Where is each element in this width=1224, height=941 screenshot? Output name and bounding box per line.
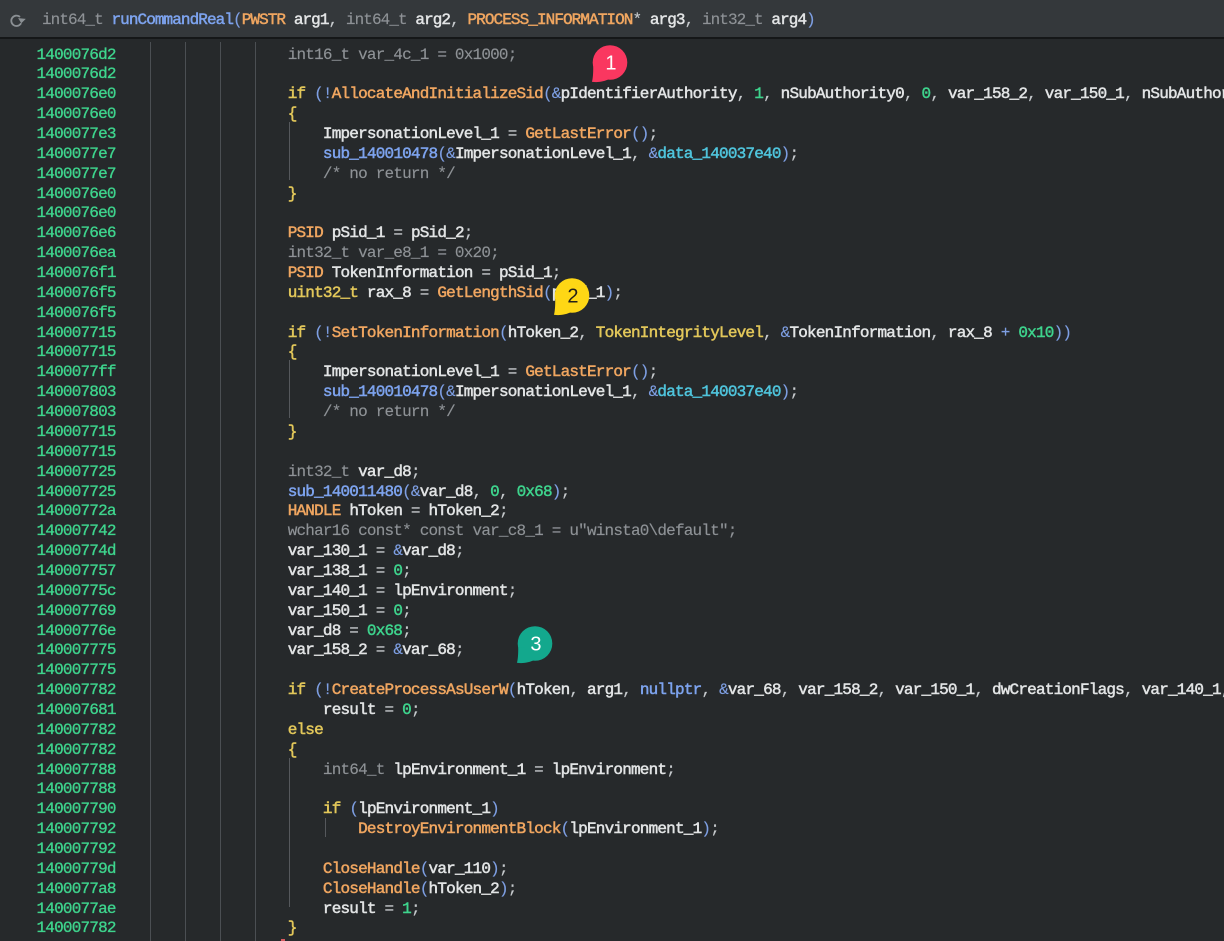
svg-text:2: 2 [567,285,578,307]
svg-text:3: 3 [530,634,541,656]
svg-text:1: 1 [606,52,617,74]
